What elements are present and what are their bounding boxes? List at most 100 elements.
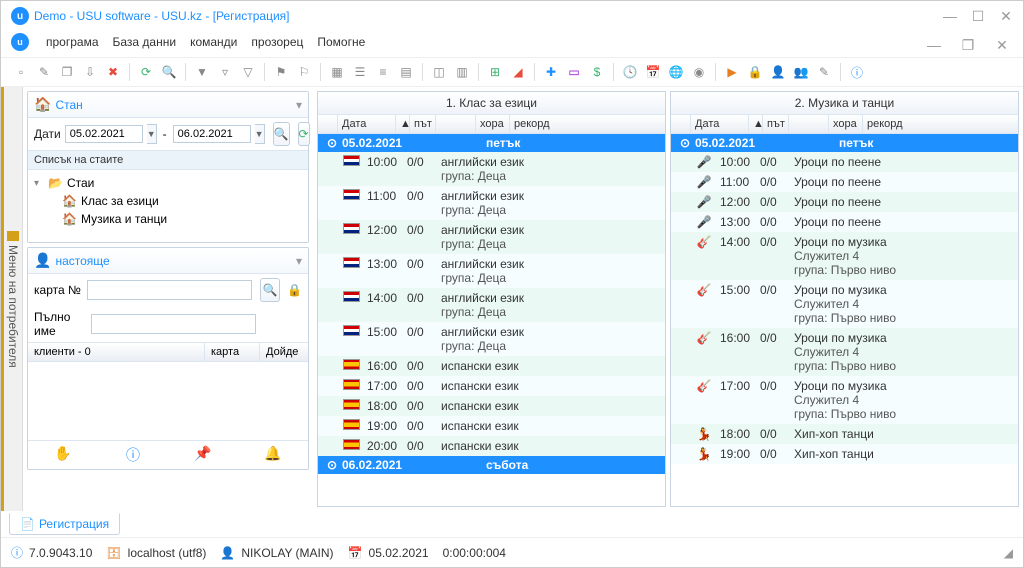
tool-clock-icon[interactable]: 🕓 bbox=[620, 62, 640, 82]
tool-filter2-icon[interactable]: ▿ bbox=[215, 62, 235, 82]
schedule-row[interactable]: 🎸15:000/0Уроци по музикаСлужител 4група:… bbox=[671, 280, 1018, 328]
col-card[interactable]: карта bbox=[205, 343, 260, 361]
schedule-row[interactable]: 17:000/0испански език bbox=[318, 376, 665, 396]
schedule-row[interactable]: 19:000/0испански език bbox=[318, 416, 665, 436]
tool-new-icon[interactable]: ▫ bbox=[11, 62, 31, 82]
resize-grip-icon[interactable]: ◢ bbox=[1004, 546, 1013, 560]
tool-search-icon[interactable]: 🔍 bbox=[159, 62, 179, 82]
schedule-row[interactable]: 🎤10:000/0Уроци по пеене bbox=[671, 152, 1018, 172]
schedule-row[interactable]: 14:000/0английски езикгрупа: Деца bbox=[318, 288, 665, 322]
tool-user-icon[interactable]: 👤 bbox=[768, 62, 788, 82]
schedule-row[interactable]: 12:000/0английски езикгрупа: Деца bbox=[318, 220, 665, 254]
tool-refresh-icon[interactable]: ⟳ bbox=[136, 62, 156, 82]
tool-info-icon[interactable]: ⓘ bbox=[847, 62, 867, 82]
date-group[interactable]: ⊙05.02.2021петък bbox=[671, 134, 1018, 152]
col-came[interactable]: Дойде bbox=[260, 343, 308, 361]
schedule-row[interactable]: 18:000/0испански език bbox=[318, 396, 665, 416]
date-from-input[interactable] bbox=[65, 125, 143, 143]
col-record[interactable]: рекорд bbox=[510, 115, 665, 133]
col-clients[interactable]: клиенти - 0 bbox=[28, 343, 205, 361]
search-button[interactable]: 🔍 bbox=[273, 122, 290, 146]
tool-copy-icon[interactable]: ❐ bbox=[57, 62, 77, 82]
schedule-row[interactable]: 💃18:000/0Хип-хоп танци bbox=[671, 424, 1018, 444]
tree-item-languages[interactable]: 🏠Клас за езици bbox=[34, 192, 302, 210]
date-group[interactable]: ⊙06.02.2021събота bbox=[318, 456, 665, 474]
dropdown-icon[interactable]: ▼ bbox=[147, 124, 157, 144]
close-button[interactable]: ✕ bbox=[999, 8, 1013, 25]
fullname-input[interactable] bbox=[91, 314, 256, 334]
tool-globe-icon[interactable]: 🌐 bbox=[666, 62, 686, 82]
tool-chart-icon[interactable]: ◢ bbox=[508, 62, 528, 82]
tool-filter-icon[interactable]: ▼ bbox=[192, 62, 212, 82]
refresh-button[interactable]: ⟳ bbox=[298, 122, 310, 146]
mdi-restore-button[interactable]: ❐ bbox=[961, 37, 975, 54]
tool-grid3-icon[interactable]: ≡ bbox=[373, 62, 393, 82]
minimize-button[interactable]: — bbox=[943, 8, 957, 24]
tool-grid1-icon[interactable]: ▦ bbox=[327, 62, 347, 82]
menu-help[interactable]: Помогне bbox=[317, 35, 365, 49]
col-path[interactable]: път bbox=[763, 115, 789, 133]
schedule-row[interactable]: 10:000/0английски езикгрупа: Деца bbox=[318, 152, 665, 186]
tree-item-music[interactable]: 🏠Музика и танци bbox=[34, 210, 302, 228]
col-date[interactable]: Дата bbox=[338, 115, 396, 133]
tool-col2-icon[interactable]: ▥ bbox=[452, 62, 472, 82]
maximize-button[interactable]: ☐ bbox=[971, 8, 985, 25]
menu-program[interactable]: програма bbox=[46, 35, 99, 49]
tool-flag-icon[interactable]: ⚑ bbox=[271, 62, 291, 82]
tool-edit-icon[interactable]: ✎ bbox=[34, 62, 54, 82]
schedule-row[interactable]: 🎤12:000/0Уроци по пеене bbox=[671, 192, 1018, 212]
tool-delete-icon[interactable]: ✖ bbox=[103, 62, 123, 82]
tool-color-icon[interactable]: ◉ bbox=[689, 62, 709, 82]
menu-commands[interactable]: команди bbox=[190, 35, 237, 49]
tree-root[interactable]: ▾📂Стаи bbox=[34, 174, 302, 192]
schedule-row[interactable]: 11:000/0английски езикгрупа: Деца bbox=[318, 186, 665, 220]
col-people[interactable]: хора bbox=[829, 115, 863, 133]
dropdown-icon[interactable]: ▼ bbox=[255, 124, 265, 144]
lock-icon[interactable]: 🔒 bbox=[287, 283, 302, 297]
col-record[interactable]: рекорд bbox=[863, 115, 1018, 133]
mdi-minimize-button[interactable]: — bbox=[927, 37, 941, 54]
date-group[interactable]: ⊙05.02.2021петък bbox=[318, 134, 665, 152]
col-path[interactable]: път bbox=[410, 115, 436, 133]
bell-button[interactable]: 🔔 bbox=[238, 441, 308, 469]
tool-import-icon[interactable]: ⇩ bbox=[80, 62, 100, 82]
pin-button[interactable]: 📌 bbox=[168, 441, 238, 469]
schedule-row[interactable]: 🎸16:000/0Уроци по музикаСлужител 4група:… bbox=[671, 328, 1018, 376]
hand-button[interactable]: ✋ bbox=[28, 441, 98, 469]
schedule-row[interactable]: 20:000/0испански език bbox=[318, 436, 665, 456]
tool-card-icon[interactable]: ▭ bbox=[564, 62, 584, 82]
tool-flagoff-icon[interactable]: ⚐ bbox=[294, 62, 314, 82]
tool-col1-icon[interactable]: ◫ bbox=[429, 62, 449, 82]
tool-grid4-icon[interactable]: ▤ bbox=[396, 62, 416, 82]
schedule-row[interactable]: 13:000/0английски езикгрупа: Деца bbox=[318, 254, 665, 288]
schedule-row[interactable]: 💃19:000/0Хип-хоп танци bbox=[671, 444, 1018, 464]
tool-lock-icon[interactable]: 🔒 bbox=[745, 62, 765, 82]
user-menu-sidetab[interactable]: Меню на потребителя bbox=[1, 87, 23, 511]
info-button[interactable]: ⓘ bbox=[98, 441, 168, 469]
schedule-row[interactable]: 🎤13:000/0Уроци по пеене bbox=[671, 212, 1018, 232]
schedule-row[interactable]: 15:000/0английски езикгрупа: Деца bbox=[318, 322, 665, 356]
date-to-input[interactable] bbox=[173, 125, 251, 143]
card-search-button[interactable]: 🔍 bbox=[260, 278, 280, 302]
rooms-menu-icon[interactable]: ▾ bbox=[296, 98, 302, 112]
col-people[interactable]: хора bbox=[476, 115, 510, 133]
card-input[interactable] bbox=[87, 280, 252, 300]
menu-window[interactable]: прозорец bbox=[251, 35, 303, 49]
tool-grid2-icon[interactable]: ☰ bbox=[350, 62, 370, 82]
menu-database[interactable]: База данни bbox=[113, 35, 177, 49]
tool-money-icon[interactable]: $ bbox=[587, 62, 607, 82]
tool-brush-icon[interactable]: ✎ bbox=[814, 62, 834, 82]
schedule-row[interactable]: 🎤11:000/0Уроци по пеене bbox=[671, 172, 1018, 192]
tool-users-icon[interactable]: 👥 bbox=[791, 62, 811, 82]
tool-excel-icon[interactable]: ⊞ bbox=[485, 62, 505, 82]
schedule-row[interactable]: 16:000/0испански език bbox=[318, 356, 665, 376]
tab-registration[interactable]: 📄Регистрация bbox=[9, 513, 120, 535]
tool-cal-icon[interactable]: 📅 bbox=[643, 62, 663, 82]
schedule-row[interactable]: 🎸14:000/0Уроци по музикаСлужител 4група:… bbox=[671, 232, 1018, 280]
present-menu-icon[interactable]: ▾ bbox=[296, 254, 302, 268]
col-date[interactable]: Дата bbox=[691, 115, 749, 133]
tool-add-icon[interactable]: ✚ bbox=[541, 62, 561, 82]
tool-rss-icon[interactable]: ▶ bbox=[722, 62, 742, 82]
mdi-close-button[interactable]: ✕ bbox=[995, 37, 1009, 54]
tool-filteroff-icon[interactable]: ▽ bbox=[238, 62, 258, 82]
